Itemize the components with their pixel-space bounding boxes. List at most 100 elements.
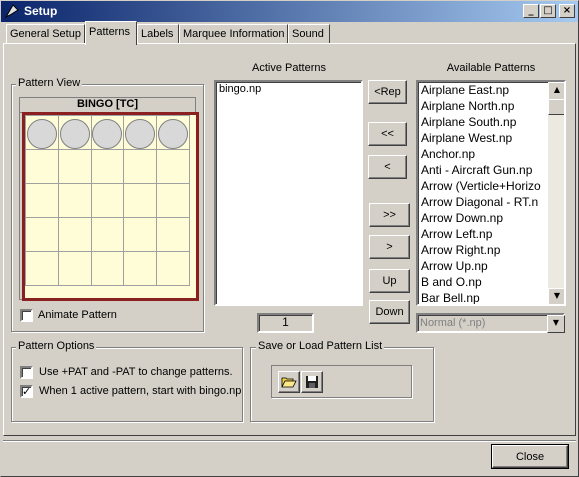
list-item[interactable]: Arrow Left.np <box>421 227 492 241</box>
replace-button[interactable]: <Rep <box>368 80 407 104</box>
available-items-container: Airplane East.np Airplane North.np Airplan… <box>418 82 546 304</box>
window-title: Setup <box>24 4 58 18</box>
close-window-button[interactable]: × <box>559 4 575 18</box>
filter-value: Normal (*.np) <box>420 317 486 329</box>
floppy-disk-icon <box>306 376 318 388</box>
list-item[interactable]: bingo.np <box>219 83 261 95</box>
tab-label: General Setup <box>10 28 81 40</box>
scroll-down-arrow-icon[interactable]: ▼ <box>548 288 564 304</box>
save-load-label: Save or Load Pattern List <box>256 340 385 352</box>
bingo-marker <box>158 118 189 149</box>
vertical-scrollbar[interactable]: ▲ ▼ <box>548 82 564 304</box>
move-all-right-button[interactable]: >> <box>369 203 410 227</box>
list-item[interactable]: Bar Bell.np <box>421 291 480 304</box>
bingo-row <box>25 183 190 218</box>
list-item[interactable]: Anchor.np <box>421 147 475 161</box>
list-item[interactable]: Airplane South.np <box>421 115 516 129</box>
available-patterns-label: Available Patterns <box>446 62 536 74</box>
list-item[interactable]: Airplane East.np <box>421 83 509 97</box>
bingo-cell[interactable] <box>156 183 190 218</box>
list-item[interactable]: Anti - Aircraft Gun.np <box>421 163 532 177</box>
bingo-cell[interactable] <box>90 115 125 150</box>
tab-label: Patterns <box>89 26 130 38</box>
bingo-cell[interactable] <box>123 115 158 150</box>
tab-label: Labels <box>141 28 174 40</box>
bingo-cell[interactable] <box>123 217 158 252</box>
bingo-cell[interactable] <box>90 149 125 184</box>
bingo-row <box>25 251 190 286</box>
bingo-cell[interactable] <box>25 251 59 286</box>
bingo-card-title: BINGO [TC] <box>20 98 195 113</box>
list-item[interactable]: Arrow Right.np <box>421 243 500 257</box>
move-all-left-button[interactable]: << <box>368 122 407 146</box>
tab-marquee-information[interactable]: Marquee Information <box>179 24 288 43</box>
animate-pattern-label: Animate Pattern <box>38 309 117 321</box>
maximize-icon: □ <box>543 5 553 16</box>
footer-divider <box>3 440 576 442</box>
list-item[interactable]: Arrow Down.np <box>421 211 503 225</box>
bingo-cell[interactable] <box>90 217 125 252</box>
tab-sound[interactable]: Sound <box>288 24 330 43</box>
bingo-cell[interactable] <box>57 251 92 286</box>
bingo-cell[interactable] <box>57 149 92 184</box>
scroll-up-arrow-icon[interactable]: ▲ <box>548 82 564 100</box>
use-pat-checkbox[interactable] <box>20 366 33 379</box>
pattern-view-label: Pattern View <box>16 77 83 89</box>
close-button[interactable]: Close <box>491 444 569 469</box>
bingo-grid <box>25 115 190 286</box>
list-item[interactable]: Airplane West.np <box>421 131 512 145</box>
animate-pattern-checkbox[interactable] <box>20 309 33 322</box>
bingo-cell[interactable] <box>57 217 92 252</box>
tab-label: Marquee Information <box>183 28 285 40</box>
pattern-filter-select[interactable]: Normal (*.np) ▼ <box>416 313 565 333</box>
bingo-card: BINGO [TC] <box>19 97 199 301</box>
tab-labels[interactable]: Labels <box>137 24 179 43</box>
bingo-cell[interactable] <box>156 149 190 184</box>
bingo-cell[interactable] <box>25 115 59 150</box>
list-item[interactable]: B and O.np <box>421 275 482 289</box>
bingo-cell[interactable] <box>156 251 190 286</box>
start-with-bingo-checkbox[interactable]: ✓ <box>20 385 33 398</box>
chevron-down-icon[interactable]: ▼ <box>547 315 565 333</box>
active-count-field: 1 <box>257 313 314 333</box>
bingo-cell[interactable] <box>90 183 125 218</box>
bingo-marker <box>26 118 57 149</box>
tab-general-setup[interactable]: General Setup <box>6 24 85 43</box>
checkmark-icon: ✓ <box>22 385 32 398</box>
bingo-cell[interactable] <box>25 149 59 184</box>
tab-label: Sound <box>292 28 324 40</box>
pattern-options-label: Pattern Options <box>16 340 97 352</box>
bingo-marker <box>59 118 90 149</box>
bingo-cell[interactable] <box>123 251 158 286</box>
list-item[interactable]: Arrow Up.np <box>421 259 488 273</box>
open-pattern-list-button[interactable] <box>278 371 300 393</box>
use-pat-label: Use +PAT and -PAT to change patterns. <box>39 366 233 378</box>
move-up-button[interactable]: Up <box>369 269 410 293</box>
move-left-button[interactable]: < <box>368 155 407 179</box>
bingo-grid-frame <box>22 112 199 301</box>
bingo-cell[interactable] <box>57 115 92 150</box>
bingo-cell[interactable] <box>25 183 59 218</box>
tab-patterns[interactable]: Patterns <box>85 21 137 45</box>
list-item[interactable]: Arrow Diagonal - RT.n <box>421 195 538 209</box>
scroll-thumb[interactable] <box>548 99 564 115</box>
move-right-button[interactable]: > <box>369 235 410 259</box>
minimize-button[interactable]: _ <box>523 4 539 18</box>
bingo-cell[interactable] <box>90 251 125 286</box>
bingo-cell[interactable] <box>25 217 59 252</box>
bingo-marker <box>125 118 156 149</box>
close-icon: × <box>562 5 572 16</box>
bingo-cell[interactable] <box>123 183 158 218</box>
bingo-cell[interactable] <box>57 183 92 218</box>
maximize-button[interactable]: □ <box>540 4 556 18</box>
list-item[interactable]: Arrow (Verticle+Horizo <box>421 179 541 193</box>
move-down-button[interactable]: Down <box>369 300 410 324</box>
save-pattern-list-button[interactable] <box>301 371 323 393</box>
title-bar[interactable] <box>0 0 579 22</box>
bingo-cell[interactable] <box>156 217 190 252</box>
bingo-cell[interactable] <box>123 149 158 184</box>
available-patterns-list[interactable]: Airplane East.np Airplane North.np Airplan… <box>416 80 566 306</box>
active-patterns-list[interactable]: bingo.np <box>214 80 363 306</box>
bingo-cell[interactable] <box>156 115 190 150</box>
list-item[interactable]: Airplane North.np <box>421 99 514 113</box>
